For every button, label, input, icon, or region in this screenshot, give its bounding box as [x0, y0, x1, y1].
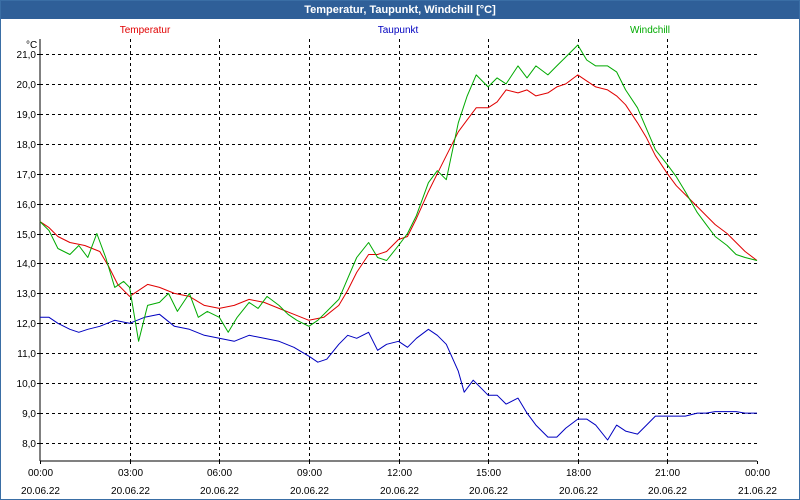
x-tick-time: 00:00	[745, 468, 770, 479]
x-tick-labels: 00:00 20.06.22 03:00 20.06.22 06:00 20.06.22 0…	[21, 468, 777, 497]
axes	[37, 39, 758, 464]
series-line-temperatur	[39, 74, 758, 321]
legend-label-windchill: Windchill	[630, 25, 670, 36]
y-axis-label: °C	[26, 40, 37, 51]
x-tick-date: 21.06.22	[738, 486, 777, 497]
x-tick-time: 21:00	[655, 468, 680, 479]
y-tick-label: 19,0	[17, 110, 37, 121]
x-tick-date: 20.06.22	[380, 486, 419, 497]
y-tick-label: 17,0	[17, 170, 37, 181]
x-tick-time: 12:00	[387, 468, 412, 479]
series-line-taupunkt	[40, 313, 757, 441]
x-tick-time: 03:00	[118, 468, 143, 479]
series-lines	[39, 44, 758, 441]
x-tick-time: 15:00	[476, 468, 501, 479]
x-tick-date: 20.06.22	[559, 486, 598, 497]
y-tick-label: 18,0	[17, 140, 37, 151]
y-tick-label: 11,0	[17, 349, 36, 360]
x-tick-date: 20.06.22	[648, 486, 687, 497]
x-tick-date: 20.06.22	[21, 486, 60, 497]
y-tick-label: 20,0	[17, 80, 37, 91]
y-tick-label: 12,0	[17, 319, 37, 330]
legend: Temperatur Taupunkt Windchill	[120, 25, 670, 36]
x-tick-date: 20.06.22	[469, 486, 508, 497]
y-tick-label: 15,0	[17, 230, 37, 241]
x-tick-date: 20.06.22	[290, 486, 329, 497]
y-tick-label: 14,0	[17, 259, 37, 270]
y-tick-labels: 8,0 9,0 10,0 11,0 12,0 13,0 14,0 15,0 16,0 17,0 18…	[17, 50, 37, 450]
grid-lines	[40, 39, 757, 461]
x-tick-time: 00:00	[28, 468, 53, 479]
legend-label-temperatur: Temperatur	[120, 25, 171, 36]
x-tick-time: 06:00	[207, 468, 232, 479]
x-tick-time: 09:00	[297, 468, 322, 479]
y-tick-label: 13,0	[17, 289, 37, 300]
y-tick-label: 8,0	[22, 439, 36, 450]
x-tick-date: 20.06.22	[200, 486, 239, 497]
legend-label-taupunkt: Taupunkt	[378, 25, 419, 36]
y-tick-label: 16,0	[17, 200, 37, 211]
x-tick-time: 18:00	[566, 468, 591, 479]
y-tick-label: 10,0	[17, 379, 37, 390]
y-tick-label: 21,0	[17, 50, 37, 61]
x-tick-date: 20.06.22	[111, 486, 150, 497]
y-tick-label: 9,0	[22, 409, 36, 420]
line-chart: 8,0 9,0 10,0 11,0 12,0 13,0 14,0 15,0 16,0 17,0 18…	[17, 25, 778, 497]
series-line-windchill	[39, 44, 758, 342]
